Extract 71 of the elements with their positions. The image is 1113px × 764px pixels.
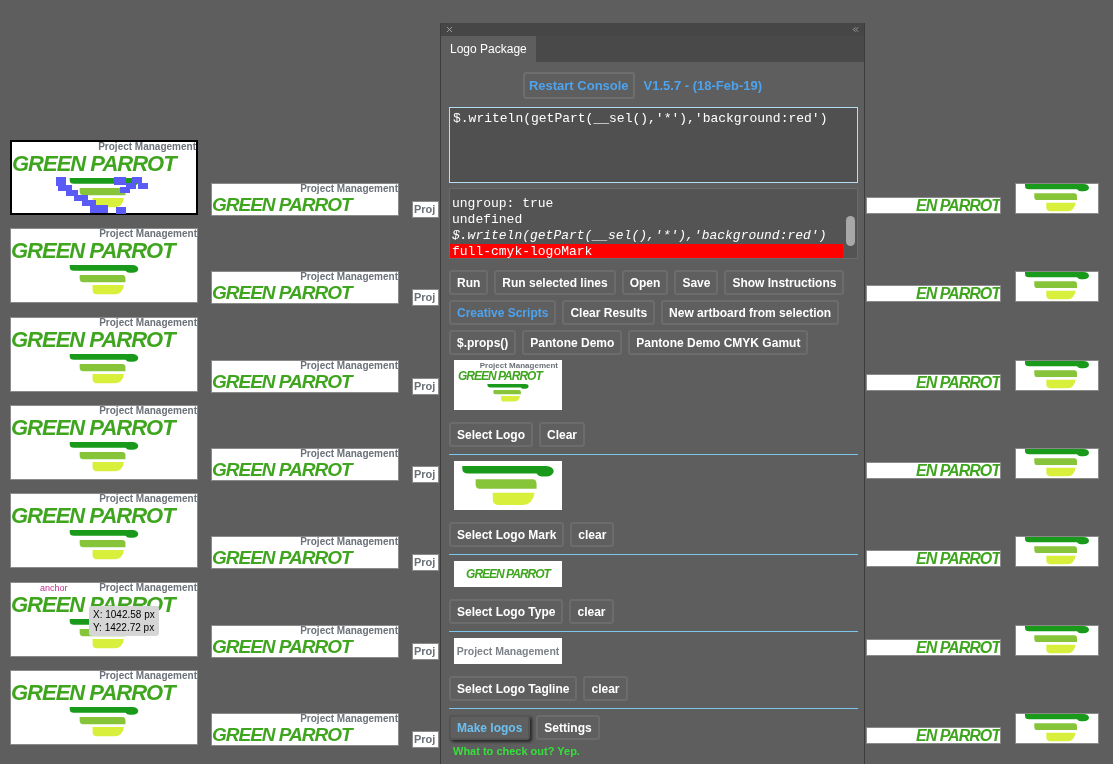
logo-tagline: Proj xyxy=(413,732,437,745)
logo-wordmark: GREEN PARROT xyxy=(11,505,175,527)
logo-tagline: Project Management xyxy=(300,626,398,636)
logo-tagline: Project Management xyxy=(99,229,197,239)
panel-button[interactable]: Pantone Demo CMYK Gamut xyxy=(628,330,809,355)
panel-button[interactable]: Run selected lines xyxy=(494,270,616,295)
logo-tagline: Proj xyxy=(413,290,437,303)
logo-tagline: Project Management xyxy=(300,449,398,459)
panel-button[interactable]: $.props() xyxy=(449,330,517,355)
logo-tagline: Proj xyxy=(413,644,437,657)
panel-button[interactable]: Select Logo Mark xyxy=(449,522,565,547)
logo-tagline: Project Management xyxy=(99,671,197,681)
logo-mark-drawing xyxy=(485,384,531,402)
panel-button[interactable]: Select Logo xyxy=(449,422,533,447)
logo-tagline: Project Management xyxy=(300,184,398,194)
logo-wordmark: GREEN PARROT xyxy=(12,153,176,175)
logo-wordmark: GREEN PARROT xyxy=(11,329,175,351)
y-coordinate: Y: 1422.72 px xyxy=(93,621,155,634)
logo-tagline: Project Management xyxy=(99,583,197,593)
logo-wordmark: GREEN PARROT xyxy=(212,725,352,744)
logo-wordmark: GREEN PARROT xyxy=(11,417,175,439)
panel-button[interactable]: New artboard from selection xyxy=(661,300,840,325)
scrollbar-thumb[interactable] xyxy=(846,216,855,246)
panel-button[interactable]: Run xyxy=(449,270,489,295)
logo-tagline: Project Management xyxy=(456,645,560,657)
console-line: ungroup: true xyxy=(451,196,555,212)
logo-tagline: Project Management xyxy=(300,714,398,724)
logo-tagline: Project Management xyxy=(300,537,398,547)
panel-button[interactable]: Pantone Demo xyxy=(522,330,623,355)
logo-tagline: Proj xyxy=(413,467,437,480)
status-message: What to check out? Yep. xyxy=(453,744,581,759)
panel-button[interactable]: Show Instructions xyxy=(724,270,845,295)
panel-button[interactable]: Select Logo Type xyxy=(449,599,564,624)
logo-wordmark: GREEN PARROT xyxy=(458,370,542,382)
logo-tagline: Project Management xyxy=(99,318,197,328)
close-icon[interactable] xyxy=(445,25,454,34)
logo-wordmark: GREEN PARROT xyxy=(212,460,352,479)
logo-tagline: Proj xyxy=(413,202,437,215)
panel-button[interactable]: Open xyxy=(621,270,669,295)
logo-tagline: Project Management xyxy=(300,272,398,282)
panel-button[interactable]: clear xyxy=(570,522,615,547)
logo-tagline: Project Management xyxy=(300,361,398,371)
console-line: $.writeln(getPart(__sel(),'*'),'background:red') xyxy=(451,228,828,244)
logo-wordmark: GREEN PARROT xyxy=(212,637,352,656)
version-label: V1.5.7 - (18-Feb-19) xyxy=(643,76,763,95)
panel-button[interactable]: clear xyxy=(569,599,614,624)
panel-button[interactable]: clear xyxy=(583,676,628,701)
logo-tagline: Project Management xyxy=(99,406,197,416)
logo-wordmark: GREEN PARROT xyxy=(212,372,352,391)
panel-button[interactable]: Settings xyxy=(536,715,600,740)
logo-wordmark: GREEN PARROT xyxy=(212,283,352,302)
logo-wordmark: GREEN PARROT xyxy=(212,548,352,567)
console-line: undefined xyxy=(451,212,524,228)
logo-tagline: Project Management xyxy=(98,142,196,152)
panel-tab[interactable]: Logo Package xyxy=(441,36,536,62)
logo-tagline: Proj xyxy=(413,379,437,392)
panel-button[interactable]: Save xyxy=(674,270,719,295)
collapse-icon[interactable] xyxy=(851,25,860,34)
panel-button[interactable]: Make logos xyxy=(449,715,531,740)
logo-wordmark: GREEN PARROT xyxy=(11,240,175,262)
logo-tagline: Project Management xyxy=(99,494,197,504)
logo-wordmark: GREEN PARROT xyxy=(11,682,175,704)
logo-wordmark: GREEN PARROT xyxy=(466,568,550,580)
logo-tagline: Project Management xyxy=(479,362,558,370)
panel-button[interactable]: Clear Results xyxy=(562,300,656,325)
script-input[interactable]: $.writeln(getPart(__sel(),'*'),'background:red') xyxy=(449,107,858,183)
logo-wordmark: GREEN PARROT xyxy=(212,195,352,214)
panel-button[interactable]: Select Logo Tagline xyxy=(449,676,578,701)
anchor-label: anchor xyxy=(40,583,68,593)
panel-button[interactable]: Clear xyxy=(539,422,586,447)
logo-tagline: Proj xyxy=(413,555,437,568)
